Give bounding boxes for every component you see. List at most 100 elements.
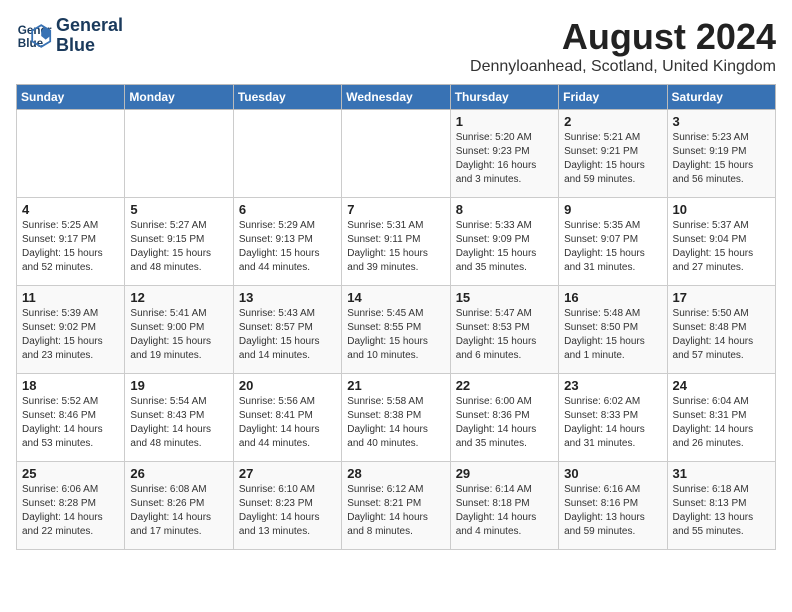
day-detail: Sunrise: 5:35 AM Sunset: 9:07 PM Dayligh… bbox=[564, 219, 661, 275]
day-detail: Sunrise: 5:21 AM Sunset: 9:21 PM Dayligh… bbox=[564, 131, 661, 187]
day-detail: Sunrise: 5:20 AM Sunset: 9:23 PM Dayligh… bbox=[456, 131, 553, 187]
calendar-cell-w5-d1: 25Sunrise: 6:06 AM Sunset: 8:28 PM Dayli… bbox=[17, 462, 125, 550]
day-number: 18 bbox=[22, 378, 119, 393]
calendar-cell-w5-d3: 27Sunrise: 6:10 AM Sunset: 8:23 PM Dayli… bbox=[233, 462, 341, 550]
calendar-cell-w1-d3 bbox=[233, 110, 341, 198]
title-location: Dennyloanhead, Scotland, United Kingdom bbox=[470, 58, 776, 76]
day-detail: Sunrise: 6:04 AM Sunset: 8:31 PM Dayligh… bbox=[673, 395, 770, 451]
calendar-cell-w4-d1: 18 Sunrise: 5:52 AM Sunset: 8:46 PM Dayli… bbox=[17, 374, 125, 462]
week-row-5: 25Sunrise: 6:06 AM Sunset: 8:28 PM Dayli… bbox=[17, 462, 776, 550]
calendar-cell-w1-d4 bbox=[342, 110, 450, 198]
day-number: 15 bbox=[456, 290, 553, 305]
calendar-cell-w2-d7: 10 Sunrise: 5:37 AM Sunset: 9:04 PM Dayli… bbox=[667, 198, 775, 286]
calendar-cell-w3-d1: 11 Sunrise: 5:39 AM Sunset: 9:02 PM Dayli… bbox=[17, 286, 125, 374]
day-number: 10 bbox=[673, 202, 770, 217]
day-number: 26 bbox=[130, 466, 227, 481]
day-detail: Sunrise: 5:47 AM Sunset: 8:53 PM Dayligh… bbox=[456, 307, 553, 363]
header-thursday: Thursday bbox=[450, 85, 558, 110]
header-row: Sunday Monday Tuesday Wednesday Thursday… bbox=[17, 85, 776, 110]
week-row-2: 4Sunrise: 5:25 AM Sunset: 9:17 PM Daylig… bbox=[17, 198, 776, 286]
day-number: 12 bbox=[130, 290, 227, 305]
day-detail: Sunrise: 5:31 AM Sunset: 9:11 PM Dayligh… bbox=[347, 219, 444, 275]
day-number: 22 bbox=[456, 378, 553, 393]
calendar-cell-w5-d7: 31Sunrise: 6:18 AM Sunset: 8:13 PM Dayli… bbox=[667, 462, 775, 550]
calendar-cell-w5-d5: 29Sunrise: 6:14 AM Sunset: 8:18 PM Dayli… bbox=[450, 462, 558, 550]
calendar-cell-w3-d7: 17 Sunrise: 5:50 AM Sunset: 8:48 PM Dayli… bbox=[667, 286, 775, 374]
calendar-cell-w2-d5: 8 Sunrise: 5:33 AM Sunset: 9:09 PM Daylig… bbox=[450, 198, 558, 286]
day-number: 14 bbox=[347, 290, 444, 305]
day-number: 11 bbox=[22, 290, 119, 305]
calendar-cell-w1-d6: 2 Sunrise: 5:21 AM Sunset: 9:21 PM Daylig… bbox=[559, 110, 667, 198]
day-detail: Sunrise: 5:54 AM Sunset: 8:43 PM Dayligh… bbox=[130, 395, 227, 451]
header-monday: Monday bbox=[125, 85, 233, 110]
calendar-cell-w4-d7: 24 Sunrise: 6:04 AM Sunset: 8:31 PM Dayli… bbox=[667, 374, 775, 462]
day-detail: Sunrise: 5:33 AM Sunset: 9:09 PM Dayligh… bbox=[456, 219, 553, 275]
day-detail: Sunrise: 6:10 AM Sunset: 8:23 PM Dayligh… bbox=[239, 483, 336, 539]
calendar-cell-w4-d6: 23 Sunrise: 6:02 AM Sunset: 8:33 PM Dayli… bbox=[559, 374, 667, 462]
title-block: August 2024 Dennyloanhead, Scotland, Uni… bbox=[470, 16, 776, 76]
day-number: 4 bbox=[22, 202, 119, 217]
svg-text:Blue: Blue bbox=[18, 37, 44, 50]
day-number: 13 bbox=[239, 290, 336, 305]
day-number: 1 bbox=[456, 114, 553, 129]
calendar-cell-w4-d2: 19 Sunrise: 5:54 AM Sunset: 8:43 PM Dayli… bbox=[125, 374, 233, 462]
day-detail: Sunrise: 6:16 AM Sunset: 8:16 PM Dayligh… bbox=[564, 483, 661, 539]
calendar-cell-w1-d2 bbox=[125, 110, 233, 198]
day-number: 16 bbox=[564, 290, 661, 305]
day-detail: Sunrise: 6:14 AM Sunset: 8:18 PM Dayligh… bbox=[456, 483, 553, 539]
calendar-cell-w5-d2: 26 Sunrise: 6:08 AM Sunset: 8:26 PM Dayli… bbox=[125, 462, 233, 550]
day-number: 21 bbox=[347, 378, 444, 393]
calendar-cell-w3-d5: 15 Sunrise: 5:47 AM Sunset: 8:53 PM Dayli… bbox=[450, 286, 558, 374]
day-detail: Sunrise: 6:08 AM Sunset: 8:26 PM Dayligh… bbox=[130, 483, 227, 539]
day-number: 17 bbox=[673, 290, 770, 305]
calendar-cell-w3-d6: 16Sunrise: 5:48 AM Sunset: 8:50 PM Dayli… bbox=[559, 286, 667, 374]
day-detail: Sunrise: 5:39 AM Sunset: 9:02 PM Dayligh… bbox=[22, 307, 119, 363]
calendar-cell-w2-d4: 7 Sunrise: 5:31 AM Sunset: 9:11 PM Daylig… bbox=[342, 198, 450, 286]
day-number: 25 bbox=[22, 466, 119, 481]
day-detail: Sunrise: 5:27 AM Sunset: 9:15 PM Dayligh… bbox=[130, 219, 227, 275]
day-detail: Sunrise: 5:58 AM Sunset: 8:38 PM Dayligh… bbox=[347, 395, 444, 451]
header-saturday: Saturday bbox=[667, 85, 775, 110]
day-number: 7 bbox=[347, 202, 444, 217]
day-number: 19 bbox=[130, 378, 227, 393]
calendar-cell-w1-d7: 3 Sunrise: 5:23 AM Sunset: 9:19 PM Daylig… bbox=[667, 110, 775, 198]
day-number: 5 bbox=[130, 202, 227, 217]
header-sunday: Sunday bbox=[17, 85, 125, 110]
logo-line2: Blue bbox=[56, 36, 123, 56]
day-number: 2 bbox=[564, 114, 661, 129]
day-detail: Sunrise: 6:02 AM Sunset: 8:33 PM Dayligh… bbox=[564, 395, 661, 451]
day-number: 8 bbox=[456, 202, 553, 217]
day-detail: Sunrise: 5:23 AM Sunset: 9:19 PM Dayligh… bbox=[673, 131, 770, 187]
calendar-cell-w5-d4: 28Sunrise: 6:12 AM Sunset: 8:21 PM Dayli… bbox=[342, 462, 450, 550]
calendar-table: Sunday Monday Tuesday Wednesday Thursday… bbox=[16, 84, 776, 550]
day-detail: Sunrise: 5:52 AM Sunset: 8:46 PM Dayligh… bbox=[22, 395, 119, 451]
day-detail: Sunrise: 5:37 AM Sunset: 9:04 PM Dayligh… bbox=[673, 219, 770, 275]
calendar-cell-w2-d1: 4Sunrise: 5:25 AM Sunset: 9:17 PM Daylig… bbox=[17, 198, 125, 286]
calendar-cell-w2-d2: 5 Sunrise: 5:27 AM Sunset: 9:15 PM Daylig… bbox=[125, 198, 233, 286]
day-detail: Sunrise: 6:00 AM Sunset: 8:36 PM Dayligh… bbox=[456, 395, 553, 451]
logo-icon: General Blue bbox=[16, 18, 52, 54]
calendar-cell-w3-d2: 12Sunrise: 5:41 AM Sunset: 9:00 PM Dayli… bbox=[125, 286, 233, 374]
day-number: 9 bbox=[564, 202, 661, 217]
day-number: 20 bbox=[239, 378, 336, 393]
week-row-4: 18 Sunrise: 5:52 AM Sunset: 8:46 PM Dayli… bbox=[17, 374, 776, 462]
calendar-cell-w1-d1 bbox=[17, 110, 125, 198]
calendar-cell-w3-d4: 14 Sunrise: 5:45 AM Sunset: 8:55 PM Dayli… bbox=[342, 286, 450, 374]
calendar-cell-w2-d6: 9 Sunrise: 5:35 AM Sunset: 9:07 PM Daylig… bbox=[559, 198, 667, 286]
header-tuesday: Tuesday bbox=[233, 85, 341, 110]
header-wednesday: Wednesday bbox=[342, 85, 450, 110]
day-detail: Sunrise: 5:56 AM Sunset: 8:41 PM Dayligh… bbox=[239, 395, 336, 451]
day-number: 23 bbox=[564, 378, 661, 393]
calendar-cell-w1-d5: 1 Sunrise: 5:20 AM Sunset: 9:23 PM Daylig… bbox=[450, 110, 558, 198]
day-detail: Sunrise: 5:45 AM Sunset: 8:55 PM Dayligh… bbox=[347, 307, 444, 363]
logo-line1: General bbox=[56, 16, 123, 36]
day-number: 3 bbox=[673, 114, 770, 129]
day-number: 30 bbox=[564, 466, 661, 481]
day-number: 24 bbox=[673, 378, 770, 393]
day-detail: Sunrise: 5:50 AM Sunset: 8:48 PM Dayligh… bbox=[673, 307, 770, 363]
calendar-cell-w4-d5: 22 Sunrise: 6:00 AM Sunset: 8:36 PM Dayli… bbox=[450, 374, 558, 462]
day-detail: Sunrise: 6:12 AM Sunset: 8:21 PM Dayligh… bbox=[347, 483, 444, 539]
day-detail: Sunrise: 5:29 AM Sunset: 9:13 PM Dayligh… bbox=[239, 219, 336, 275]
logo-text: General Blue bbox=[56, 16, 123, 56]
calendar-cell-w5-d6: 30 Sunrise: 6:16 AM Sunset: 8:16 PM Dayli… bbox=[559, 462, 667, 550]
